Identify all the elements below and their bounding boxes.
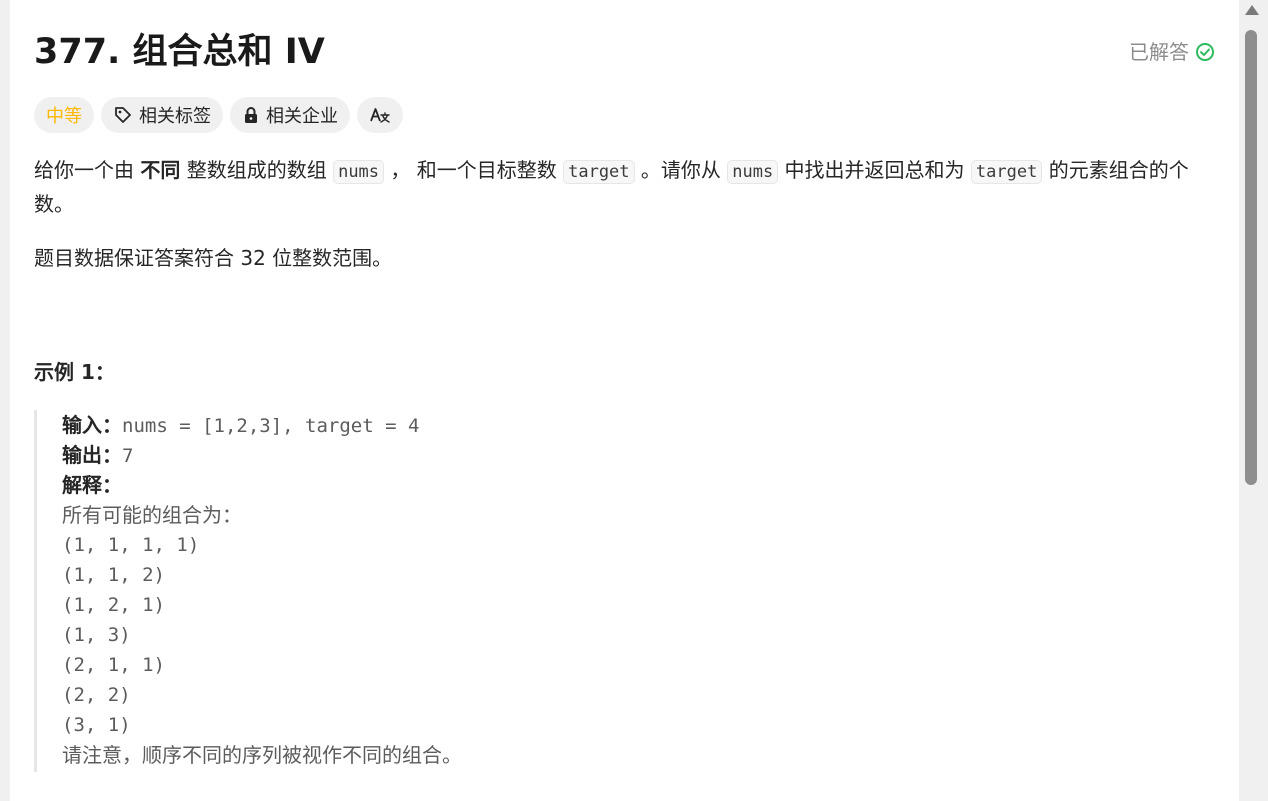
explain-label: 解释： xyxy=(62,473,122,497)
combo-line: (1, 1, 2) xyxy=(62,564,165,586)
tag-icon xyxy=(113,105,133,125)
statement-paragraph-1: 给你一个由 不同 整数组成的数组 nums ， 和一个目标整数 target 。… xyxy=(34,154,1214,220)
scroll-up-arrow-icon[interactable] xyxy=(1245,5,1259,15)
example-note: 请注意，顺序不同的序列被视作不同的组合。 xyxy=(62,743,462,767)
output-value: 7 xyxy=(122,445,134,467)
statement-text: 整数组成的数组 xyxy=(180,158,334,182)
difficulty-tag[interactable]: 中等 xyxy=(34,97,94,133)
combo-line: (1, 3) xyxy=(62,624,131,646)
title-row: 377. 组合总和 IV 已解答 xyxy=(34,28,1215,76)
inline-code-nums: nums xyxy=(727,160,779,184)
tag-bar: 中等 相关标签 相关企业 xyxy=(34,97,403,133)
statement-paragraph-2: 题目数据保证答案符合 32 位整数范围。 xyxy=(34,246,393,270)
combo-line: (2, 1, 1) xyxy=(62,654,165,676)
input-label: 输入： xyxy=(62,413,122,437)
related-topics-label: 相关标签 xyxy=(139,106,211,127)
related-companies-label: 相关企业 xyxy=(266,106,338,127)
difficulty-label: 中等 xyxy=(46,106,82,127)
combo-line: (2, 2) xyxy=(62,684,131,706)
inline-code-nums: nums xyxy=(333,160,385,184)
combo-line: (1, 1, 1, 1) xyxy=(62,534,200,556)
solved-label: 已解答 xyxy=(1129,40,1189,64)
statement-text: ， 和一个目标整数 xyxy=(384,158,564,182)
problem-description-panel: 377. 组合总和 IV 已解答 中等 相关标签 相关企业 给你一个由 不同 整… xyxy=(10,0,1239,801)
problem-title: 377. 组合总和 IV xyxy=(34,32,325,72)
lock-icon xyxy=(242,106,260,124)
check-circle-icon xyxy=(1195,42,1215,62)
combo-line: (3, 1) xyxy=(62,714,131,736)
example-1-title: 示例 1： xyxy=(34,360,115,384)
statement-bold: 不同 xyxy=(140,158,181,182)
inline-code-target: target xyxy=(970,160,1043,184)
explain-intro: 所有可能的组合为： xyxy=(62,503,242,527)
solved-status[interactable]: 已解答 xyxy=(1129,38,1215,66)
related-companies-tag[interactable]: 相关企业 xyxy=(230,97,350,133)
statement-text: 中找出并返回总和为 xyxy=(778,158,971,182)
output-label: 输出： xyxy=(62,443,122,467)
example-1-block: 输入：nums = [1,2,3], target = 4 输出：7 解释： 所… xyxy=(34,410,1214,772)
inline-code-target: target xyxy=(563,160,635,184)
statement-text: 。请你从 xyxy=(634,158,728,182)
example-explain-line: 解释： xyxy=(62,470,1214,500)
example-output-line: 输出：7 xyxy=(62,440,1214,470)
scrollbar-thumb[interactable] xyxy=(1245,30,1257,485)
related-topics-tag[interactable]: 相关标签 xyxy=(101,97,223,133)
input-value: nums = [1,2,3], target = 4 xyxy=(122,415,420,437)
translate-button[interactable] xyxy=(357,97,403,133)
combo-line: (1, 2, 1) xyxy=(62,594,165,616)
example-input-line: 输入：nums = [1,2,3], target = 4 xyxy=(62,410,1214,440)
statement-text: 给你一个由 xyxy=(34,158,141,182)
problem-statement: 给你一个由 不同 整数组成的数组 nums ， 和一个目标整数 target 。… xyxy=(34,154,1214,274)
translate-icon xyxy=(369,105,391,125)
